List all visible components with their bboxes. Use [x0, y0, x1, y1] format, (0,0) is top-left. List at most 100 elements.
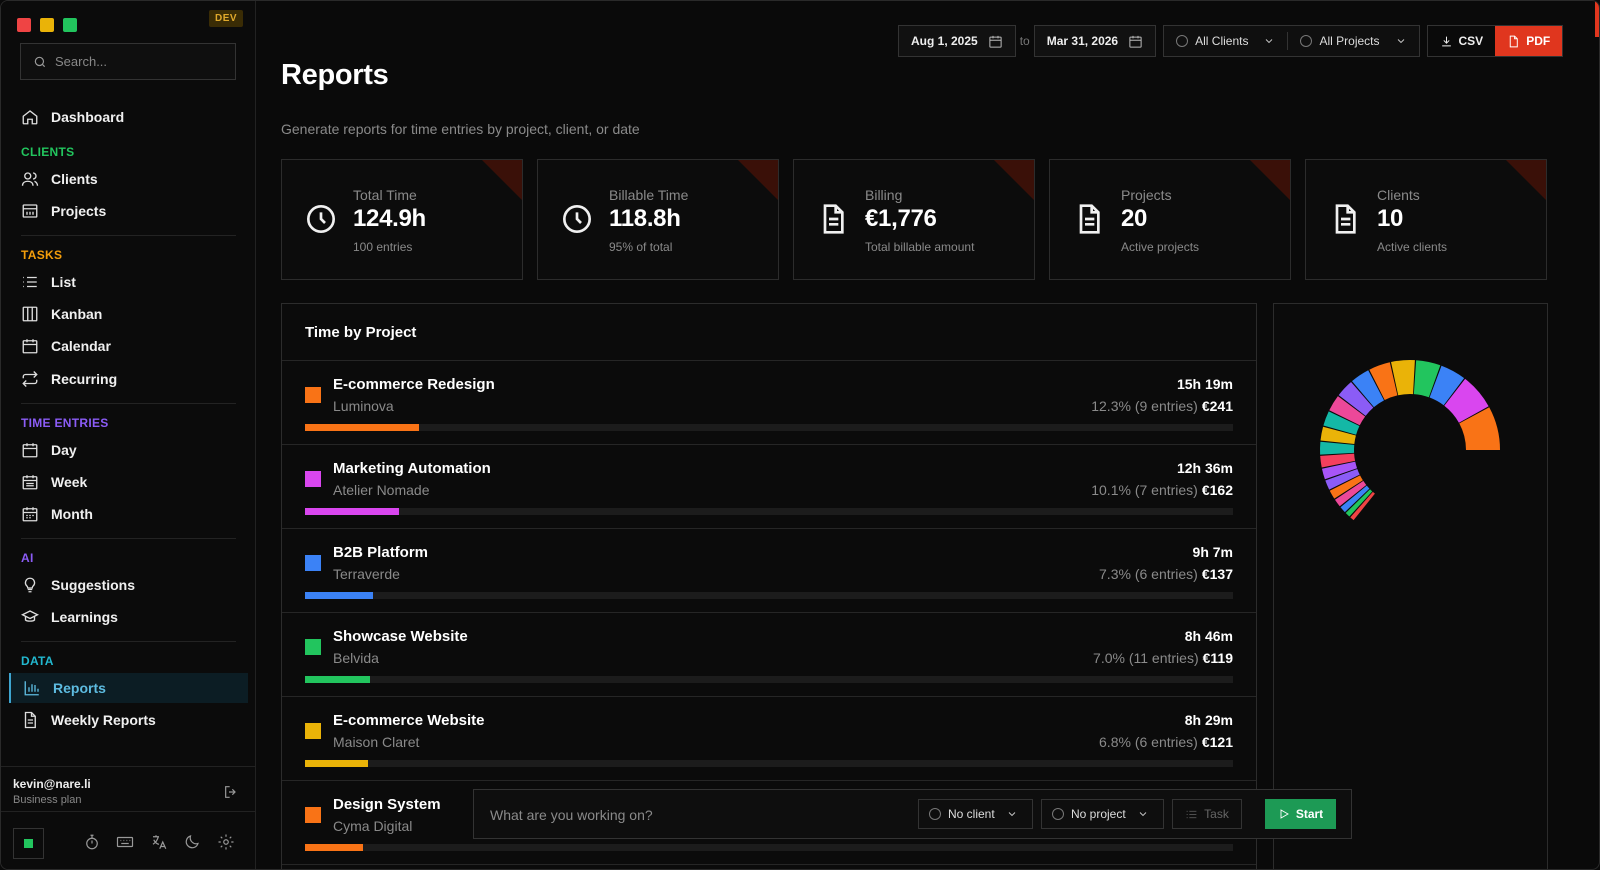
- circle-icon: [929, 808, 941, 820]
- section-ai-label: AI: [21, 551, 34, 565]
- project-row[interactable]: Marketing Automation Atelier Nomade 12h …: [282, 445, 1256, 529]
- card-corner-accent: [482, 160, 522, 200]
- project-client: Maison Claret: [333, 734, 420, 750]
- nav-day[interactable]: Day: [21, 435, 246, 465]
- project-progress-bar: [305, 424, 1233, 431]
- play-icon: [1280, 809, 1289, 819]
- circle-icon: [1052, 808, 1064, 820]
- nav-projects[interactable]: Projects: [21, 196, 246, 226]
- nav-kanban[interactable]: Kanban: [21, 299, 246, 329]
- project-row[interactable]: B2B Platform Terraverde 9h 7m 7.3% (6 en…: [282, 529, 1256, 613]
- section-clients-label: CLIENTS: [21, 145, 75, 159]
- stat-card-total-time: Total Time 124.9h 100 entries: [281, 159, 523, 280]
- stopwatch-icon[interactable]: [83, 833, 101, 851]
- chevron-down-icon: [1266, 39, 1273, 44]
- stat-card-billing: Billing €1,776 Total billable amount: [793, 159, 1035, 280]
- project-row[interactable]: E-commerce Redesign Luminova 15h 19m 12.…: [282, 361, 1256, 445]
- project-row[interactable]: Showcase Website Belvida 8h 46m 7.0% (11…: [282, 613, 1256, 697]
- app-window: DEV Search... Dashboard CLIENTS Clients …: [0, 0, 1600, 870]
- stat-label: Projects: [1121, 187, 1172, 203]
- nav-clients[interactable]: Clients: [21, 164, 246, 194]
- user-email: kevin@nare.li: [13, 777, 91, 791]
- timer-client-label: No client: [948, 807, 995, 821]
- project-share: 6.8% (6 entries): [1099, 734, 1198, 750]
- project-color-swatch: [305, 555, 321, 571]
- chevron-down-icon: [1139, 812, 1147, 817]
- stat-card-clients: Clients 10 Active clients: [1305, 159, 1547, 280]
- nav-list-label: List: [51, 274, 76, 290]
- timer-start-button[interactable]: Start: [1265, 799, 1336, 829]
- project-share: 7.3% (6 entries): [1099, 566, 1198, 582]
- bar-chart-icon: [24, 681, 39, 696]
- project-meta: 7.3% (6 entries) €137: [1099, 566, 1233, 582]
- date-range-separator: to: [1019, 34, 1030, 48]
- donut-segment[interactable]: [1320, 441, 1355, 455]
- nav-recurring[interactable]: Recurring: [21, 364, 246, 394]
- project-client: Belvida: [333, 650, 379, 666]
- clock-icon: [563, 205, 591, 233]
- project-meta: 12.3% (9 entries) €241: [1091, 398, 1233, 414]
- divider: [21, 538, 236, 539]
- nav-suggestions-label: Suggestions: [51, 577, 136, 593]
- export-csv-label: CSV: [1458, 34, 1484, 48]
- calendar-icon: [989, 35, 1002, 48]
- filter-group: All Clients All Projects: [1163, 25, 1420, 57]
- circle-icon: [1176, 35, 1189, 47]
- project-color-swatch: [305, 723, 321, 739]
- date-to-picker[interactable]: Mar 31, 2026: [1033, 25, 1157, 57]
- project-client: Terraverde: [333, 566, 400, 582]
- section-time-entries-label: TIME ENTRIES: [21, 416, 109, 430]
- close-window-button[interactable]: [17, 18, 31, 32]
- maximize-window-button[interactable]: [63, 18, 77, 32]
- stat-label: Total Time: [353, 187, 417, 203]
- project-name: B2B Platform: [333, 544, 429, 561]
- date-from-picker[interactable]: Aug 1, 2025: [898, 25, 1016, 57]
- nav-weekly-reports[interactable]: Weekly Reports: [21, 705, 246, 735]
- window-edge-accent: [1595, 1, 1599, 37]
- client-filter-label: All Clients: [1195, 34, 1249, 48]
- client-filter-dropdown[interactable]: All Clients: [1164, 26, 1287, 56]
- nav-list[interactable]: List: [21, 267, 246, 297]
- timer-project-label: No project: [1071, 807, 1126, 821]
- project-progress-fill: [305, 424, 420, 431]
- stat-label: Billing: [865, 187, 903, 203]
- project-color-swatch: [305, 807, 321, 823]
- nav-recurring-label: Recurring: [51, 371, 118, 387]
- logout-icon[interactable]: [223, 784, 239, 800]
- project-meta: 7.0% (11 entries) €119: [1093, 650, 1233, 666]
- export-pdf-button[interactable]: PDF: [1495, 26, 1563, 56]
- nav-week[interactable]: Week: [21, 467, 246, 497]
- project-filter-dropdown[interactable]: All Projects: [1288, 26, 1418, 56]
- nav-dashboard[interactable]: Dashboard: [21, 102, 246, 132]
- project-progress-fill: [305, 760, 369, 767]
- search-input[interactable]: Search...: [20, 43, 236, 80]
- timer-description-input[interactable]: What are you working on?: [490, 807, 653, 823]
- sidebar-footer: [1, 811, 255, 869]
- report-toolbar: Aug 1, 2025 to Mar 31, 2026 All Clients …: [898, 25, 1564, 57]
- projects-icon: [22, 204, 38, 218]
- minimize-window-button[interactable]: [40, 18, 54, 32]
- nav-month[interactable]: Month: [21, 499, 246, 529]
- project-row[interactable]: E-commerce Website Maison Claret 8h 29m …: [282, 697, 1256, 781]
- timer-project-dropdown[interactable]: No project: [1041, 799, 1164, 829]
- timer-task-button[interactable]: Task: [1172, 799, 1242, 829]
- dev-badge: DEV: [209, 10, 244, 27]
- project-time: 15h 19m: [1176, 376, 1233, 392]
- nav-reports[interactable]: Reports: [9, 673, 248, 703]
- timer-client-dropdown[interactable]: No client: [918, 799, 1033, 829]
- gear-icon[interactable]: [217, 833, 235, 851]
- calendar-icon: [1129, 35, 1142, 48]
- nav-week-label: Week: [51, 474, 88, 490]
- moon-icon[interactable]: [183, 833, 201, 851]
- nav-suggestions[interactable]: Suggestions: [21, 570, 246, 600]
- translate-icon[interactable]: [150, 833, 168, 851]
- nav-month-label: Month: [51, 506, 93, 522]
- nav-learnings[interactable]: Learnings: [21, 602, 246, 632]
- card-corner-accent: [1506, 160, 1546, 200]
- window-controls: [17, 18, 77, 32]
- stat-sub: Active clients: [1377, 240, 1448, 254]
- export-csv-button[interactable]: CSV: [1428, 26, 1496, 56]
- nav-calendar[interactable]: Calendar: [21, 331, 246, 361]
- keyboard-icon[interactable]: [116, 833, 134, 851]
- status-indicator-button[interactable]: [13, 828, 44, 859]
